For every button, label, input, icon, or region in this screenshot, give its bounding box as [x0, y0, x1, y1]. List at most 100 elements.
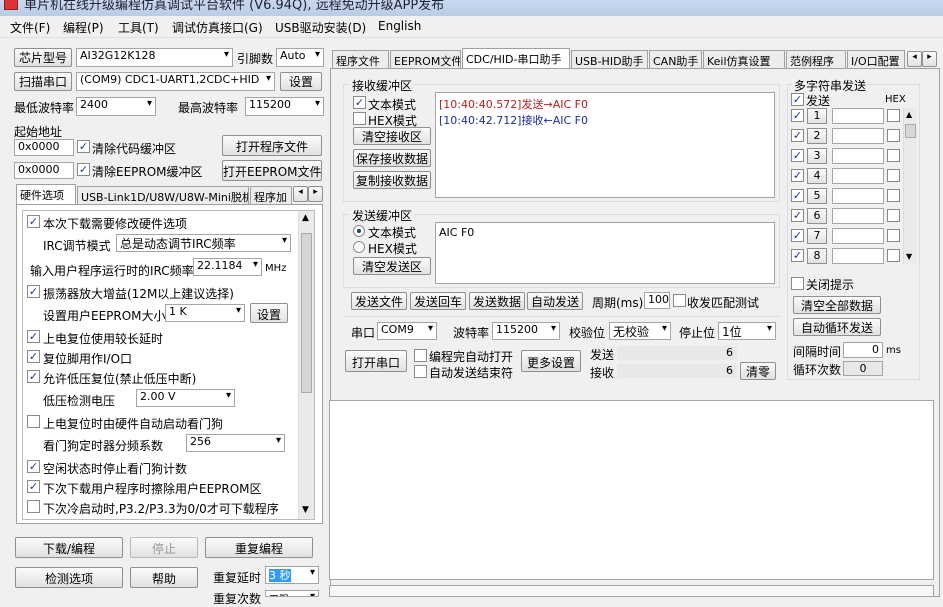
max-baud-select[interactable]: 115200: [245, 97, 324, 116]
open-serial-button[interactable]: 打开串口: [345, 350, 407, 372]
multi-row-hex-checkbox[interactable]: [887, 129, 900, 142]
multi-row-send-button[interactable]: 8: [807, 248, 827, 264]
menu-english[interactable]: English: [378, 19, 421, 33]
baud-select[interactable]: 115200: [492, 322, 560, 340]
multi-row-hex-checkbox[interactable]: [887, 169, 900, 182]
tab-keil-sim[interactable]: Keil仿真设置: [703, 50, 785, 68]
multi-scroll-down-icon[interactable]: ▼: [906, 252, 912, 261]
scroll-down-icon[interactable]: ▼: [302, 505, 309, 515]
copy-receive-button[interactable]: 复制接收数据: [353, 171, 431, 189]
multi-scroll-thumb[interactable]: [905, 124, 916, 138]
multi-row-hex-checkbox[interactable]: [887, 109, 900, 122]
multi-row-send-checkbox[interactable]: ✓: [791, 129, 804, 142]
multi-row-send-button[interactable]: 2: [807, 128, 827, 144]
min-baud-select[interactable]: 2400: [76, 97, 156, 116]
tab-example-programs[interactable]: 范例程序: [786, 50, 846, 68]
tx-text-mode-radio[interactable]: [353, 225, 365, 237]
multi-row-send-checkbox[interactable]: ✓: [791, 189, 804, 202]
send-cr-button[interactable]: 发送回车: [410, 292, 466, 310]
detect-options-button[interactable]: 检测选项: [15, 567, 123, 588]
option-long-reset-checkbox[interactable]: ✓: [27, 330, 40, 343]
send-file-button[interactable]: 发送文件: [351, 292, 407, 310]
multi-row-text-input[interactable]: [832, 248, 884, 264]
right-tab-scroll-left-icon[interactable]: ◂: [907, 51, 922, 67]
tab-scroll-right-icon[interactable]: ▸: [308, 186, 323, 202]
multi-row-send-checkbox[interactable]: ✓: [791, 209, 804, 222]
clear-send-button[interactable]: 清空发送区: [353, 257, 431, 275]
repeat-count-select[interactable]: 无限: [265, 590, 319, 597]
chip-type-button[interactable]: 芯片型号: [14, 48, 72, 67]
send-data-button[interactable]: 发送数据: [469, 292, 525, 310]
option-low-voltage-reset-checkbox[interactable]: ✓: [27, 370, 40, 383]
multi-row-send-checkbox[interactable]: ✓: [791, 169, 804, 182]
option-reset-io-checkbox[interactable]: ✓: [27, 350, 40, 363]
recv-match-checkbox[interactable]: [673, 294, 686, 307]
option-idle-stop-wdt-checkbox[interactable]: ✓: [27, 460, 40, 473]
multi-row-hex-checkbox[interactable]: [887, 229, 900, 242]
wdt-prescaler-select[interactable]: 256: [186, 434, 285, 452]
multi-row-send-checkbox[interactable]: ✓: [791, 229, 804, 242]
stop-bits-select[interactable]: 1位: [718, 322, 776, 340]
multi-row-text-input[interactable]: [832, 108, 884, 124]
multi-row-hex-checkbox[interactable]: [887, 189, 900, 202]
save-receive-button[interactable]: 保存接收数据: [353, 149, 431, 167]
multi-row-send-button[interactable]: 5: [807, 188, 827, 204]
irc-mode-select[interactable]: 总是动态调节IRC频率: [116, 234, 291, 252]
eeprom-size-select[interactable]: 1 K: [165, 304, 245, 322]
tab-program-file[interactable]: 程序文件: [332, 50, 389, 68]
multi-scrollbar[interactable]: ▲ ▼: [903, 108, 917, 264]
output-area[interactable]: [329, 400, 934, 580]
right-tab-scroll-right-icon[interactable]: ▸: [922, 51, 937, 67]
irc-frequency-select[interactable]: 22.1184: [193, 258, 262, 276]
pin-count-select[interactable]: Auto: [276, 48, 324, 67]
multi-row-send-button[interactable]: 6: [807, 208, 827, 224]
open-eeprom-file-button[interactable]: 打开EEPROM文件: [222, 160, 322, 181]
tab-program-encrypt[interactable]: 程序加: [250, 186, 292, 204]
tab-eeprom-file[interactable]: EEPROM文件: [390, 50, 461, 68]
chip-select[interactable]: AI32G12K128: [76, 48, 233, 67]
loop-count-input[interactable]: 0: [843, 361, 883, 376]
clear-count-button[interactable]: 清零: [740, 362, 776, 380]
scroll-up-icon[interactable]: ▲: [302, 213, 309, 223]
multi-row-text-input[interactable]: [832, 168, 884, 184]
option-wdt-auto-checkbox[interactable]: [27, 415, 40, 428]
multi-send-all-checkbox[interactable]: ✓: [791, 93, 804, 106]
open-program-file-button[interactable]: 打开程序文件: [222, 135, 322, 156]
tab-usb-link-offline[interactable]: USB-Link1D/U8W/U8W-Mini脱机: [77, 186, 249, 204]
menu-debug[interactable]: 调试仿真接口(G): [172, 19, 263, 36]
multi-row-send-button[interactable]: 1: [807, 108, 827, 124]
option-modify-hw-checkbox[interactable]: ✓: [27, 215, 40, 228]
multi-row-send-button[interactable]: 4: [807, 168, 827, 184]
auto-open-checkbox[interactable]: [414, 349, 427, 362]
multi-row-text-input[interactable]: [832, 128, 884, 144]
options-scrollbar[interactable]: ▲ ▼: [298, 211, 314, 519]
tab-io-config[interactable]: I/O口配置: [847, 50, 905, 68]
multi-row-text-input[interactable]: [832, 228, 884, 244]
auto-loop-send-button[interactable]: 自动循环发送: [793, 318, 881, 336]
multi-scroll-up-icon[interactable]: ▲: [906, 110, 912, 119]
multi-row-hex-checkbox[interactable]: [887, 209, 900, 222]
parity-select[interactable]: 无校验: [609, 322, 671, 340]
multi-row-text-input[interactable]: [832, 148, 884, 164]
serial-port-select[interactable]: COM9: [377, 322, 437, 340]
menu-tools[interactable]: 工具(T): [118, 19, 159, 36]
menu-program[interactable]: 编程(P): [63, 19, 104, 36]
repeat-program-button[interactable]: 重复编程: [205, 537, 313, 558]
multi-row-send-checkbox[interactable]: ✓: [791, 109, 804, 122]
tab-can[interactable]: CAN助手: [649, 50, 702, 68]
tab-cdc-hid-serial[interactable]: CDC/HID-串口助手: [462, 48, 570, 68]
port-settings-button[interactable]: 设置: [280, 72, 322, 91]
auto-send-button[interactable]: 自动发送: [527, 292, 583, 310]
multi-row-hex-checkbox[interactable]: [887, 149, 900, 162]
help-button[interactable]: 帮助: [130, 567, 198, 588]
period-input[interactable]: 100: [644, 292, 670, 309]
receive-textarea[interactable]: [10:40:40.572]发送→AIC F0 [10:40:42.712]接收…: [435, 92, 775, 198]
scan-port-button[interactable]: 扫描串口: [14, 72, 72, 91]
options-scroll-thumb[interactable]: [301, 233, 312, 393]
option-osc-gain-checkbox[interactable]: ✓: [27, 285, 40, 298]
code-start-address[interactable]: 0x0000: [14, 139, 74, 156]
rx-text-mode-checkbox[interactable]: ✓: [353, 96, 366, 109]
download-program-button[interactable]: 下载/编程: [15, 537, 123, 558]
interval-input[interactable]: 0: [843, 342, 883, 358]
option-p32-p33-checkbox[interactable]: [27, 500, 40, 513]
